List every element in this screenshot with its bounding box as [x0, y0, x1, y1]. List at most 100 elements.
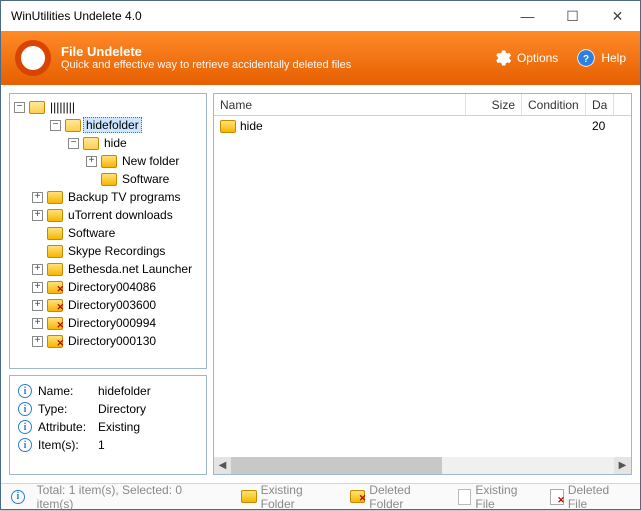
header-title: File Undelete	[61, 44, 474, 59]
list-row[interactable]: hide20	[214, 116, 631, 136]
folder-tree[interactable]: −||||||||−hidefolder−hide+New folderSoft…	[9, 93, 207, 369]
tree-item[interactable]: + New folder	[10, 152, 206, 170]
deleted-folder-icon	[47, 335, 63, 348]
expand-icon[interactable]: +	[32, 192, 43, 203]
expand-icon[interactable]: +	[32, 300, 43, 311]
tree-item-label: Directory000994	[65, 316, 159, 330]
expander-spacer	[32, 246, 43, 257]
info-panel: iName:hidefolderiType:DirectoryiAttribut…	[9, 375, 207, 475]
tree-item-label: Skype Recordings	[65, 244, 168, 258]
folder-icon	[47, 227, 63, 240]
deleted-folder-icon	[47, 299, 63, 312]
lifebuoy-icon	[15, 40, 51, 76]
options-button[interactable]: Options	[492, 48, 558, 68]
scroll-right-arrow-icon[interactable]: ▶	[614, 457, 631, 474]
deleted-folder-icon	[350, 490, 366, 503]
info-key: Name:	[38, 384, 92, 398]
list-cell: hide	[214, 117, 466, 135]
expand-icon[interactable]: +	[32, 282, 43, 293]
info-icon: i	[18, 384, 32, 398]
list-cell	[466, 124, 522, 128]
tree-item-label: ||||||||	[47, 100, 78, 114]
tree-item[interactable]: Software	[10, 170, 206, 188]
info-key: Item(s):	[38, 438, 92, 452]
info-icon: i	[18, 402, 32, 416]
tree-item[interactable]: + Directory000994	[10, 314, 206, 332]
folder-icon	[220, 120, 236, 133]
left-column: −||||||||−hidefolder−hide+New folderSoft…	[9, 93, 207, 475]
tree-item[interactable]: − ||||||||	[10, 98, 206, 116]
collapse-icon[interactable]: −	[14, 102, 25, 113]
gear-icon	[492, 48, 512, 68]
tree-item[interactable]: +Bethesda.net Launcher	[10, 260, 206, 278]
tree-item[interactable]: +Directory004086	[10, 278, 206, 296]
tree-item[interactable]: −hide	[10, 134, 206, 152]
status-bar: i Total: 1 item(s), Selected: 0 item(s) …	[1, 483, 640, 509]
horizontal-scrollbar[interactable]: ◀ ▶	[214, 457, 631, 474]
tree-item[interactable]: + Directory003600	[10, 296, 206, 314]
close-button[interactable]: ✕	[595, 1, 640, 31]
tree-item-label: uTorrent downloads	[65, 208, 176, 222]
header-subtitle: Quick and effective way to retrieve acci…	[61, 59, 474, 72]
app-window: WinUtilities Undelete 4.0 — ☐ ✕ File Und…	[0, 0, 641, 510]
scroll-thumb[interactable]	[231, 457, 442, 474]
info-row: i Item(s): 1	[18, 436, 198, 454]
titlebar: WinUtilities Undelete 4.0 — ☐ ✕	[1, 1, 640, 31]
info-key: Attribute:	[38, 420, 92, 434]
column-header[interactable]: Size	[466, 94, 522, 115]
tree-item[interactable]: Skype Recordings	[10, 242, 206, 260]
svg-text:?: ?	[583, 54, 589, 65]
folder-icon	[83, 137, 99, 150]
tree-item-label: hidefolder	[83, 117, 142, 133]
info-icon: i	[11, 490, 25, 504]
scroll-track[interactable]	[231, 457, 614, 474]
collapse-icon[interactable]: −	[50, 120, 61, 131]
folder-icon	[65, 119, 81, 132]
column-header[interactable]: Name	[214, 94, 466, 115]
tree-item[interactable]: + uTorrent downloads	[10, 206, 206, 224]
column-header[interactable]: Condition	[522, 94, 586, 115]
tree-item[interactable]: + Backup TV programs	[10, 188, 206, 206]
info-icon: i	[18, 438, 32, 452]
column-header[interactable]: Da	[586, 94, 614, 115]
info-key: Type:	[38, 402, 92, 416]
body: −||||||||−hidefolder−hide+New folderSoft…	[1, 85, 640, 483]
minimize-button[interactable]: —	[505, 1, 550, 31]
info-row: iAttribute:Existing	[18, 418, 198, 436]
expand-icon[interactable]: +	[32, 318, 43, 329]
right-column: NameSizeConditionDa hide20 ◀ ▶	[213, 93, 632, 475]
help-icon: ?	[576, 48, 596, 68]
status-summary: Total: 1 item(s), Selected: 0 item(s)	[37, 483, 217, 511]
info-row: i Type: Directory	[18, 400, 198, 418]
help-button[interactable]: ? Help	[576, 48, 626, 68]
tree-item-label: New folder	[119, 154, 182, 168]
tree-item-label: Backup TV programs	[65, 190, 184, 204]
folder-icon	[47, 245, 63, 258]
tree-item-label: Directory000130	[65, 334, 159, 348]
info-value: 1	[98, 438, 105, 452]
tree-item[interactable]: − hidefolder	[10, 116, 206, 134]
expand-icon[interactable]: +	[32, 210, 43, 221]
legend-deleted-file: Deleted File	[550, 483, 630, 511]
folder-icon	[47, 209, 63, 222]
maximize-button[interactable]: ☐	[550, 1, 595, 31]
scroll-left-arrow-icon[interactable]: ◀	[214, 457, 231, 474]
info-value: Directory	[98, 402, 146, 416]
expander-spacer	[86, 174, 97, 185]
folder-icon	[101, 155, 117, 168]
list-header[interactable]: NameSizeConditionDa	[214, 94, 631, 116]
tree-item-label: Directory003600	[65, 298, 159, 312]
folder-icon	[29, 101, 45, 114]
info-value: hidefolder	[98, 384, 151, 398]
expand-icon[interactable]: +	[86, 156, 97, 167]
expand-icon[interactable]: +	[32, 264, 43, 275]
legend-deleted-folder: Deleted Folder	[350, 483, 446, 511]
tree-item[interactable]: Software	[10, 224, 206, 242]
header-banner: File Undelete Quick and effective way to…	[1, 31, 640, 85]
expand-icon[interactable]: +	[32, 336, 43, 347]
deleted-folder-icon	[47, 317, 63, 330]
tree-item[interactable]: + Directory000130	[10, 332, 206, 350]
folder-icon	[47, 263, 63, 276]
collapse-icon[interactable]: −	[68, 138, 79, 149]
list-body[interactable]: hide20	[214, 116, 631, 457]
